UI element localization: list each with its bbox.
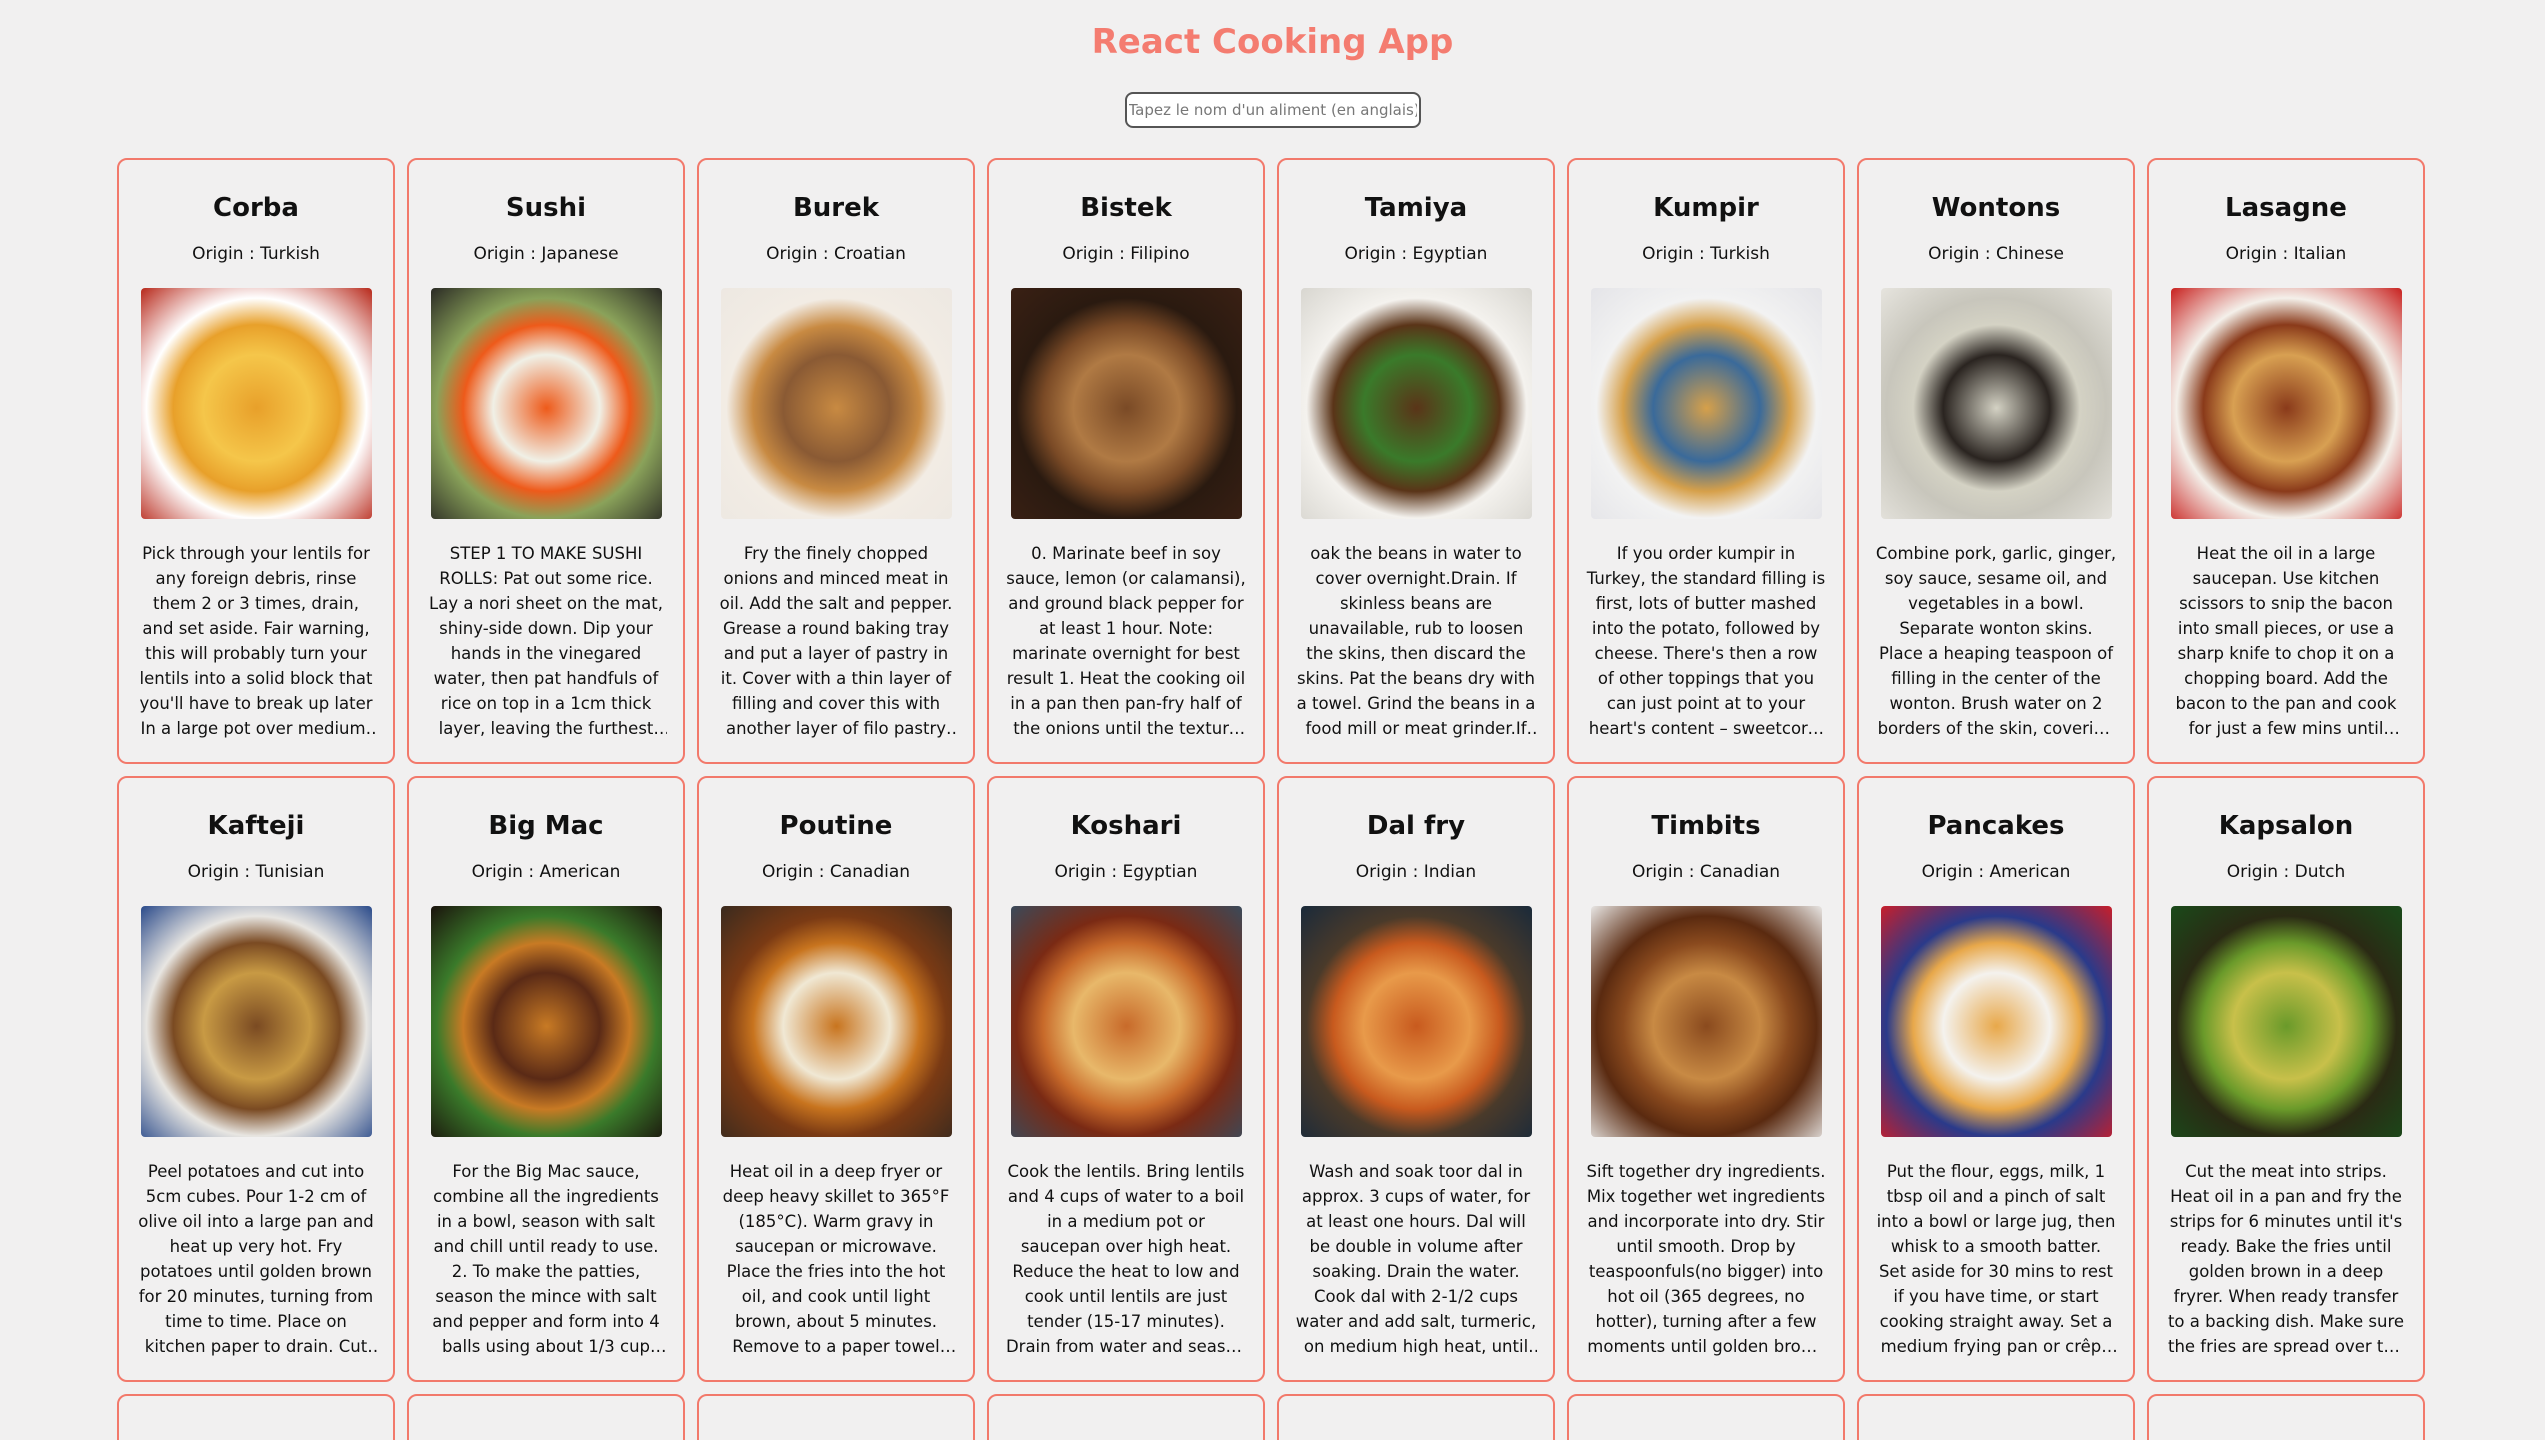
meal-description: oak the beans in water to cover overnigh… [1296,544,1536,738]
meal-card[interactable]: Timbits Origin : Canadian Sift together dr… [1567,776,1845,1382]
meal-origin: Origin : Japanese [473,244,619,264]
meal-origin: Origin : American [1921,862,2071,882]
search-bar [0,92,2545,128]
meal-description: 0. Marinate beef in soy sauce, lemon (or… [1006,544,1246,738]
meal-description: Cut the meat into strips. Heat oil in a … [2167,1162,2405,1356]
kapsalon-photo [2170,906,2402,1137]
app-root: React Cooking App Corba Origin : Turkish P… [0,0,2545,1440]
meal-card[interactable]: Kafteji Origin : Tunisian Peel potatoes an… [117,776,395,1382]
meal-origin: Origin : Canadian [1631,862,1781,882]
meal-name: Wontons [1931,193,2061,223]
meal-description: Combine pork, garlic, ginger, soy sauce,… [1875,544,2117,738]
meal-name: Kafteji [207,811,305,841]
kafteji-plate-photo [140,906,372,1137]
meal-origin: Origin : Egyptian [1054,862,1198,882]
meal-grid: Corba Origin : Turkish Pick through your l… [117,158,2429,1440]
meal-card[interactable]: Koshari Origin : Egyptian Cook the lentils… [987,776,1265,1382]
meal-card-partial[interactable] [1567,1394,1845,1440]
meal-card[interactable]: Tamiya Origin : Egyptian oak the beans in … [1277,158,1555,764]
meal-card[interactable]: Kapsalon Origin : Dutch Cut the meat into … [2147,776,2425,1382]
meal-card[interactable]: Wontons Origin : Chinese Combine pork, gar… [1857,158,2135,764]
meal-name: Kumpir [1653,193,1759,223]
meal-name: Pancakes [1927,811,2065,841]
meal-name: Big Mac [488,811,604,841]
meal-origin: Origin : Canadian [761,862,911,882]
meal-origin: Origin : Croatian [766,244,906,264]
timbits-photo [1590,906,1822,1137]
meal-name: Bistek [1080,193,1172,223]
stuffed-potato-photo [1590,288,1822,519]
beef-steak-onions-photo [1010,288,1242,519]
meal-card[interactable]: Sushi Origin : Japanese STEP 1 TO MAKE SUS… [407,158,685,764]
meal-origin: Origin : Italian [2225,244,2347,264]
pancakes-photo [1880,906,2112,1137]
meal-description: Cook the lentils. Bring lentils and 4 cu… [1005,1162,1247,1356]
lasagne-dish-photo [2170,288,2402,519]
meal-card[interactable]: Lasagne Origin : Italian Heat the oil in a… [2147,158,2425,764]
koshari-photo [1010,906,1242,1137]
meal-origin: Origin : Dutch [2226,862,2346,882]
meal-origin: Origin : Chinese [1928,244,2064,264]
meal-origin: Origin : Turkish [192,244,320,264]
meal-description: Fry the finely chopped onions and minced… [719,544,953,738]
meal-origin: Origin : American [471,862,621,882]
meal-origin: Origin : Indian [1355,862,1477,882]
meal-origin: Origin : Filipino [1062,244,1190,264]
meal-card[interactable]: Corba Origin : Turkish Pick through your l… [117,158,395,764]
lentil-soup-photo [140,288,372,519]
meal-card[interactable]: Dal fry Origin : Indian Wash and soak toor… [1277,776,1555,1382]
meal-card-partial[interactable] [1857,1394,2135,1440]
wonton-dumplings-photo [1880,288,2112,519]
burger-photo [430,906,662,1137]
dal-fry-photo [1300,906,1532,1137]
meal-name: Kapsalon [2218,811,2354,841]
meal-description: Heat oil in a deep fryer or deep heavy s… [722,1162,950,1356]
falafel-plate-photo [1300,288,1532,519]
meal-card-partial[interactable] [407,1394,685,1440]
meal-description: STEP 1 TO MAKE SUSHI ROLLS: Pat out some… [429,544,663,738]
meal-origin: Origin : Egyptian [1344,244,1488,264]
poutine-photo [720,906,952,1137]
meal-card[interactable]: Big Mac Origin : American For the Big Mac … [407,776,685,1382]
meal-description: If you order kumpir in Turkey, the stand… [1586,544,1826,738]
meal-name: Lasagne [2225,193,2347,223]
meal-name: Sushi [505,193,587,223]
meal-name: Dal fry [1366,811,1466,841]
meal-card-partial[interactable] [697,1394,975,1440]
meal-card-partial[interactable] [117,1394,395,1440]
search-input[interactable] [1124,92,1421,128]
meal-description: Sift together dry ingredients. Mix toget… [1586,1162,1826,1356]
meal-card[interactable]: Poutine Origin : Canadian Heat oil in a de… [697,776,975,1382]
meal-description: Pick through your lentils for any foreig… [139,544,373,738]
meal-name: Corba [213,193,299,223]
meal-card-partial[interactable] [1277,1394,1555,1440]
meal-name: Poutine [779,811,893,841]
meal-origin: Origin : Turkish [1642,244,1770,264]
meal-card[interactable]: Bistek Origin : Filipino 0. Marinate beef … [987,158,1265,764]
meal-description: Peel potatoes and cut into 5cm cubes. Po… [138,1162,374,1356]
meal-name: Timbits [1651,811,1761,841]
meal-name: Koshari [1070,811,1182,841]
app-title: React Cooking App [1091,22,1454,62]
meal-description: Wash and soak toor dal in approx. 3 cups… [1295,1162,1537,1356]
meal-card[interactable]: Pancakes Origin : American Put the flour, … [1857,776,2135,1382]
meal-name: Tamiya [1364,193,1468,223]
burek-pastry-photo [720,288,952,519]
meal-card-partial[interactable] [987,1394,1265,1440]
meal-description: Heat the oil in a large saucepan. Use ki… [2175,544,2397,738]
meal-card[interactable]: Kumpir Origin : Turkish If you order kumpi… [1567,158,1845,764]
meal-description: For the Big Mac sauce, combine all the i… [432,1162,660,1356]
meal-description: Put the flour, eggs, milk, 1 tbsp oil an… [1876,1162,2116,1356]
meal-card[interactable]: Burek Origin : Croatian Fry the finely cho… [697,158,975,764]
meal-card-partial[interactable] [2147,1394,2425,1440]
sushi-rolls-photo [430,288,662,519]
meal-name: Burek [792,193,880,223]
meal-origin: Origin : Tunisian [187,862,325,882]
